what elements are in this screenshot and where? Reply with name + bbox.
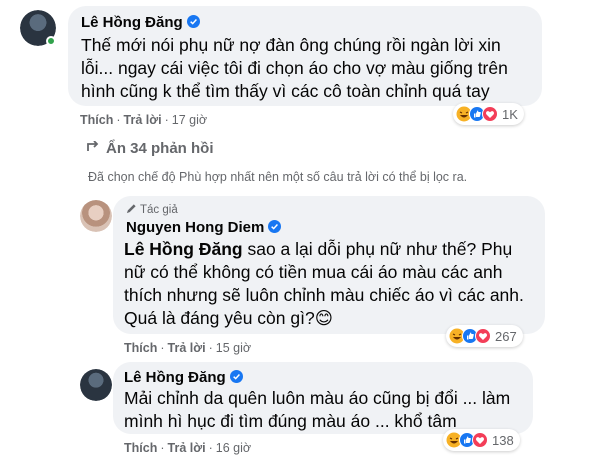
reaction-summary[interactable]: 138 — [443, 429, 520, 451]
reply-link[interactable]: Trả lời — [168, 341, 206, 355]
comment-author-name[interactable]: Lê Hồng Đăng — [124, 369, 243, 386]
collapse-arrow-icon — [86, 140, 100, 157]
like-link[interactable]: Thích — [124, 341, 157, 355]
timestamp[interactable]: 16 giờ — [216, 441, 251, 455]
reaction-count: 1K — [502, 106, 518, 122]
comment-text: Thế mới nói phụ nữ nợ đàn ông chúng rồi … — [81, 35, 508, 101]
timestamp[interactable]: 15 giờ — [216, 341, 251, 355]
smile-emoji: 😊 — [314, 308, 333, 328]
love-reaction-icon — [475, 328, 491, 344]
comment-actions: Thích · Trả lời · 16 giờ — [124, 441, 252, 455]
love-reaction-icon — [472, 432, 488, 448]
avatar[interactable] — [80, 369, 112, 401]
author-tag: Tác giả — [126, 203, 178, 216]
comment-text: Mải chỉnh da quên luôn màu áo cũng bị đổ… — [124, 388, 511, 431]
author-pen-icon — [126, 204, 136, 214]
reaction-summary[interactable]: 1K — [453, 103, 524, 125]
filter-notice: Đã chọn chế độ Phù hợp nhất nên một số c… — [88, 170, 468, 184]
comment-author-name[interactable]: Nguyen Hong Diem — [126, 219, 282, 236]
verified-badge-icon — [186, 15, 200, 28]
avatar[interactable] — [80, 200, 112, 232]
like-link[interactable]: Thích — [124, 441, 157, 455]
love-reaction-icon — [482, 106, 498, 122]
timestamp[interactable]: 17 giờ — [172, 113, 207, 127]
reaction-count: 138 — [492, 432, 514, 448]
comment-actions: Thích · Trả lời · 15 giờ — [124, 341, 252, 355]
comment-text: Lê Hồng Đăng sao a lại dỗi phụ nữ như th… — [124, 239, 524, 328]
reaction-count: 267 — [495, 328, 517, 344]
verified-badge-icon — [229, 370, 243, 383]
mention-link[interactable]: Lê Hồng Đăng — [124, 239, 243, 259]
reply-link[interactable]: Trả lời — [168, 441, 206, 455]
comment-actions: Thích · Trả lời · 17 giờ — [80, 113, 208, 127]
verified-badge-icon — [268, 220, 282, 233]
like-link[interactable]: Thích — [80, 113, 113, 127]
reply-link[interactable]: Trả lời — [124, 113, 162, 127]
hide-replies-button[interactable]: Ẩn 34 phản hồi — [86, 140, 214, 157]
reaction-summary[interactable]: 267 — [446, 325, 523, 347]
online-status-indicator — [46, 36, 56, 46]
comment-author-name[interactable]: Lê Hồng Đăng — [81, 14, 200, 31]
